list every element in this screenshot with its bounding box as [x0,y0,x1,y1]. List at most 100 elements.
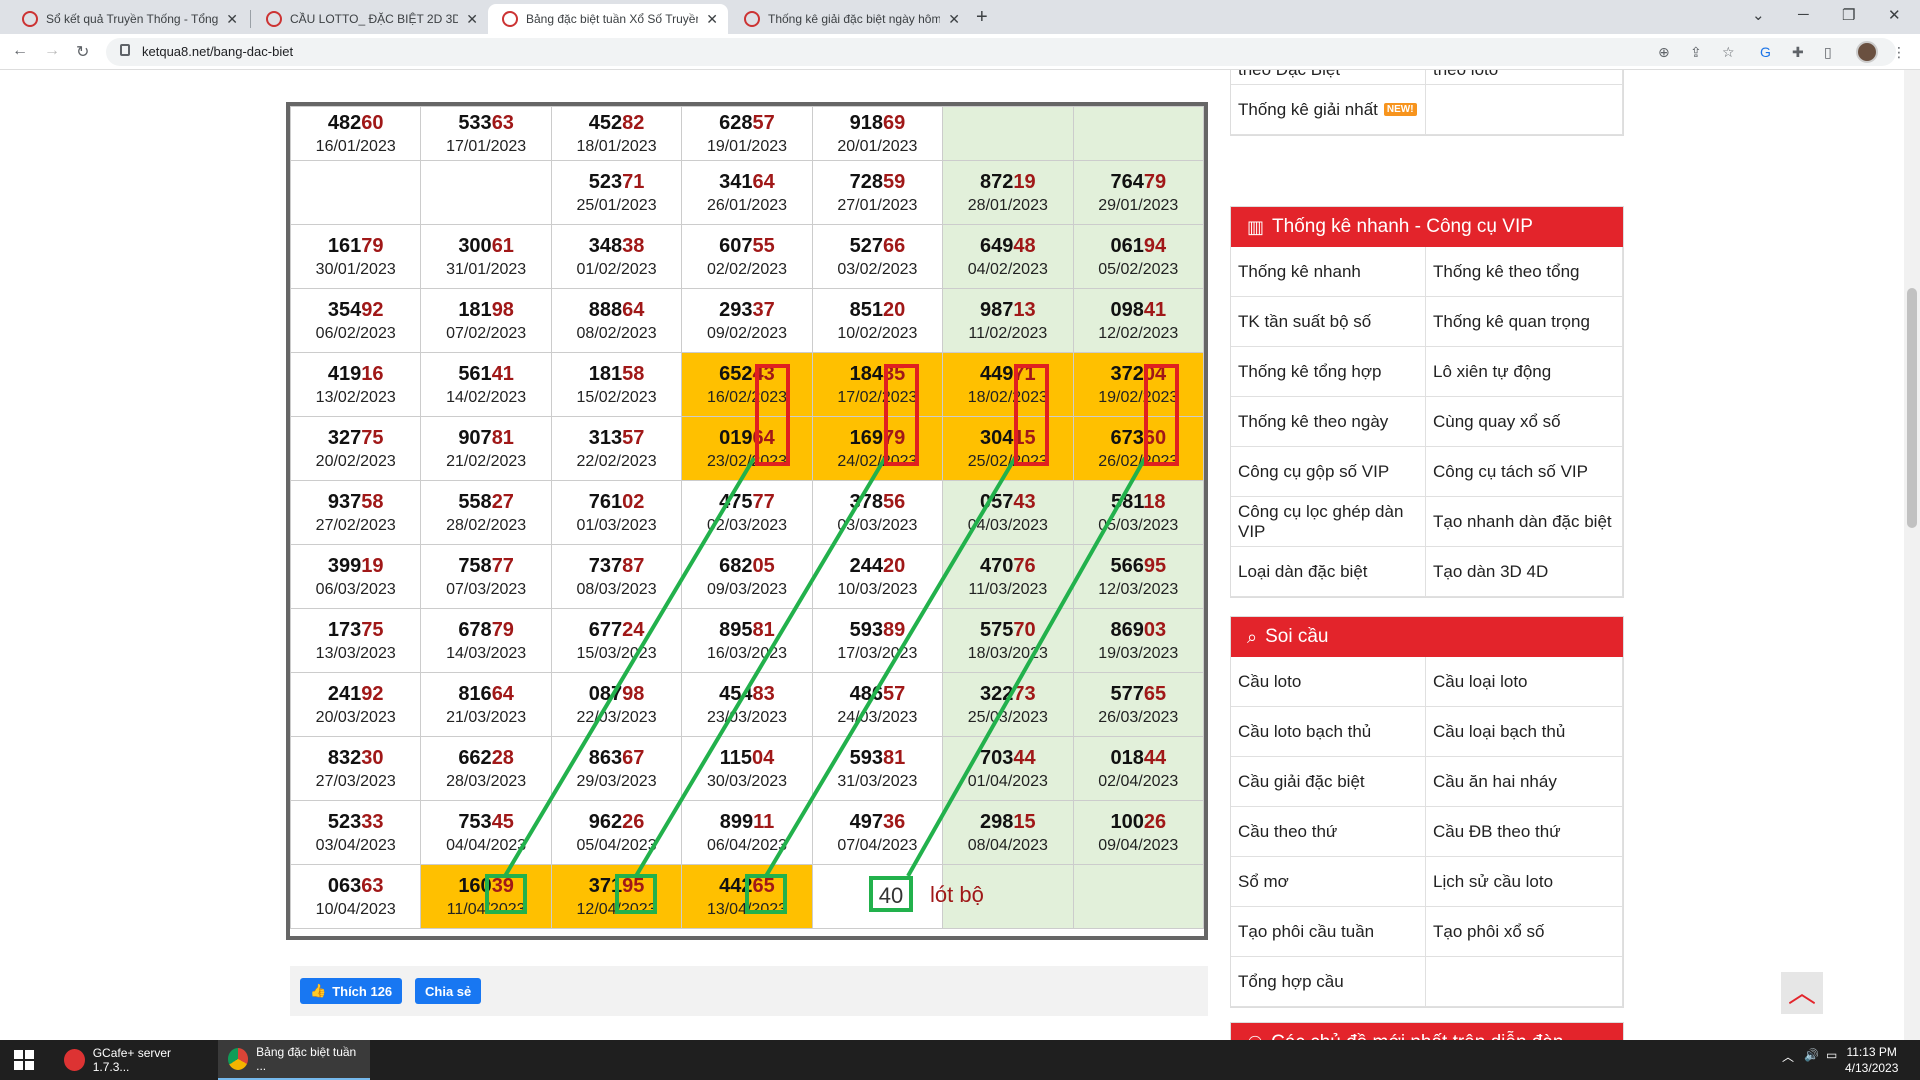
sidebar-link[interactable]: Thống kê theo ngày [1231,397,1426,447]
new-tab-icon[interactable]: + [976,6,988,29]
url-text[interactable]: ketqua8.net/bang-dac-biet [142,44,293,59]
box-soi-cau: ⌕ Soi cầu Cầu loto Cầu loại loto Cầu loto b… [1230,616,1624,1008]
number-tail: 04 [751,746,775,769]
scroll-to-top-button[interactable]: ︿ [1781,972,1823,1014]
sidebar-link[interactable]: Cầu loại bạch thủ [1426,707,1623,757]
extensions-icon[interactable]: ✚ [1792,44,1804,61]
sidebar-link[interactable]: Lịch sử cầu loto [1426,857,1623,907]
number-head: 962 [588,810,623,833]
sidebar-link[interactable]: Thống kê giải nhất NEW! [1231,85,1426,135]
number-head: 575 [980,618,1014,641]
close-window-icon[interactable]: ✕ [1888,6,1901,24]
scrollbar-thumb[interactable] [1907,288,1917,528]
sidebar-link[interactable]: Công cụ lọc ghép dàn VIP [1231,497,1426,547]
number-tail: 92 [361,682,384,705]
sidebar-link[interactable]: Cầu loto bạch thủ [1231,707,1426,757]
tray-chevron-icon[interactable]: ︿ [1782,1048,1794,1065]
sidebar-link[interactable]: Cầu giải đặc biệt [1231,757,1426,807]
table-row: 52333 03/04/2023 75345 04/04/2023 96226 05/04… [290,800,1204,865]
bookmark-star-icon[interactable]: ☆ [1722,44,1735,61]
sidebar-link[interactable]: Cầu theo thứ [1231,807,1426,857]
result-date: 21/02/2023 [446,452,527,470]
result-date: 28/02/2023 [446,516,527,534]
close-tab-icon[interactable]: ✕ [226,11,238,28]
sidebar-link[interactable]: Tạo phôi xổ số [1426,907,1623,957]
fb-like-button[interactable]: 👍 Thích 126 [300,978,403,1004]
sidebar-link-label: Loại dàn đặc biệt [1238,561,1368,581]
sidebar-link[interactable]: Cầu ăn hai nháy [1426,757,1623,807]
sidebar-link[interactable]: Cùng quay xổ số [1426,397,1623,447]
browser-tab-2[interactable]: CẦU LOTTO_ ĐẶC BIỆT 2D 3D 4D ✕ [252,4,488,34]
sidebar-link[interactable]: Thống kê nhanh [1231,247,1426,297]
result-cell: 81664 21/03/2023 [420,672,552,737]
sidebar-link[interactable]: Thống kê tổng hợp [1231,347,1426,397]
number-tail: 77 [491,554,514,577]
sidebar-link[interactable]: Tạo dàn 3D 4D [1426,547,1623,597]
number-tail: 83 [752,682,775,705]
sidebar-link[interactable]: Thống kê tần suất loto theo Đặc Biệt [1231,70,1426,85]
result-cell: 16179 30/01/2023 [290,224,422,289]
address-bar[interactable]: ketqua8.net/bang-dac-biet [106,38,1896,66]
windows-start-icon[interactable] [14,1050,34,1070]
taskbar-app-chrome[interactable]: Bảng đặc biệt tuần ... [218,1040,370,1080]
sidebar-link[interactable]: TK tần suất bộ số [1231,297,1426,347]
browser-tab-1[interactable]: Sổ kết quả Truyền Thống - Tổng ✕ [8,4,248,34]
minimize-icon[interactable]: ─ [1798,6,1809,23]
browser-tab-4[interactable]: Thống kê giải đặc biệt ngày hôm ✕ [730,4,970,34]
taskbar-app-gcafe[interactable]: GCafe+ server 1.7.3... [54,1040,214,1080]
sidebar-link[interactable]: Cầu loại loto [1426,657,1623,707]
result-date: 17/02/2023 [837,388,918,406]
sidebar-link[interactable]: Cầu ĐB theo thứ [1426,807,1623,857]
sidebar-link[interactable]: Thống kê quan trọng [1426,297,1623,347]
sidebar-link[interactable]: Thống kê tần suất loto theo loto [1426,70,1623,85]
back-icon[interactable]: ← [12,42,28,60]
share-icon[interactable]: ⇪ [1690,44,1702,61]
tab-search-icon[interactable]: ⌄ [1752,6,1765,24]
close-tab-icon[interactable]: ✕ [948,11,960,28]
sidebar-link[interactable]: Cầu loto [1231,657,1426,707]
number-tail: 71 [1013,362,1036,385]
volume-icon[interactable]: 🔊 [1804,1048,1819,1062]
result-cell: 18158 15/02/2023 [550,352,683,417]
sidebar-link[interactable]: Lô xiên tự động [1426,347,1623,397]
reload-icon[interactable]: ↻ [76,42,89,62]
number-head: 918 [849,111,883,134]
close-tab-icon[interactable]: ✕ [466,11,478,28]
result-number: 59389 [813,617,942,643]
avatar[interactable] [1856,41,1878,63]
result-number: 34164 [682,169,811,195]
network-icon[interactable]: ▭ [1826,1048,1837,1062]
side-panel-icon[interactable]: ▯ [1824,44,1832,61]
forward-icon[interactable]: → [44,42,60,60]
result-cell: 62857 19/01/2023 [681,106,813,161]
result-cell: 37856 03/03/2023 [811,480,944,545]
translate-icon[interactable]: G [1760,44,1771,60]
sidebar-link[interactable]: Tạo phôi cầu tuần [1231,907,1426,957]
sidebar-link[interactable]: Thống kê theo tổng [1426,247,1623,297]
close-tab-icon[interactable]: ✕ [706,11,718,28]
result-cell: 06194 05/02/2023 [1072,224,1204,289]
zoom-icon[interactable]: ⊕ [1658,44,1670,61]
menu-icon[interactable]: ⋮ [1892,44,1906,61]
maximize-icon[interactable]: ❐ [1842,6,1855,24]
sidebar-link[interactable]: Công cụ tách số VIP [1426,447,1623,497]
number-head: 895 [719,618,753,641]
number-tail: 38 [622,234,645,257]
ketqua-favicon-icon [22,11,38,27]
sidebar-link-label: Sổ mơ [1238,871,1289,891]
page-scrollbar[interactable] [1904,70,1920,1040]
number-head: 649 [980,234,1014,257]
sidebar-link[interactable]: Công cụ gộp số VIP [1231,447,1426,497]
result-cell: 44971 18/02/2023 [942,352,1074,417]
fb-share-button[interactable]: Chia sẻ [415,978,482,1004]
clock[interactable]: 11:13 PM 4/13/2023 [1845,1044,1898,1076]
result-date: 27/02/2023 [315,516,396,534]
browser-tab-3-active[interactable]: Bảng đặc biệt tuần Xổ Số Truyền ✕ [488,4,728,34]
number-head: 761 [588,490,623,513]
sidebar-link[interactable]: Tổng hợp cầu [1231,957,1426,1007]
sidebar-link[interactable]: Loại dàn đặc biệt [1231,547,1426,597]
sidebar-link[interactable]: Sổ mơ [1231,857,1426,907]
sidebar-link[interactable]: Tạo nhanh dàn đặc biệt [1426,497,1623,547]
result-date: 28/01/2023 [967,196,1048,214]
result-cell: 16039 11/04/2023 [420,864,552,929]
